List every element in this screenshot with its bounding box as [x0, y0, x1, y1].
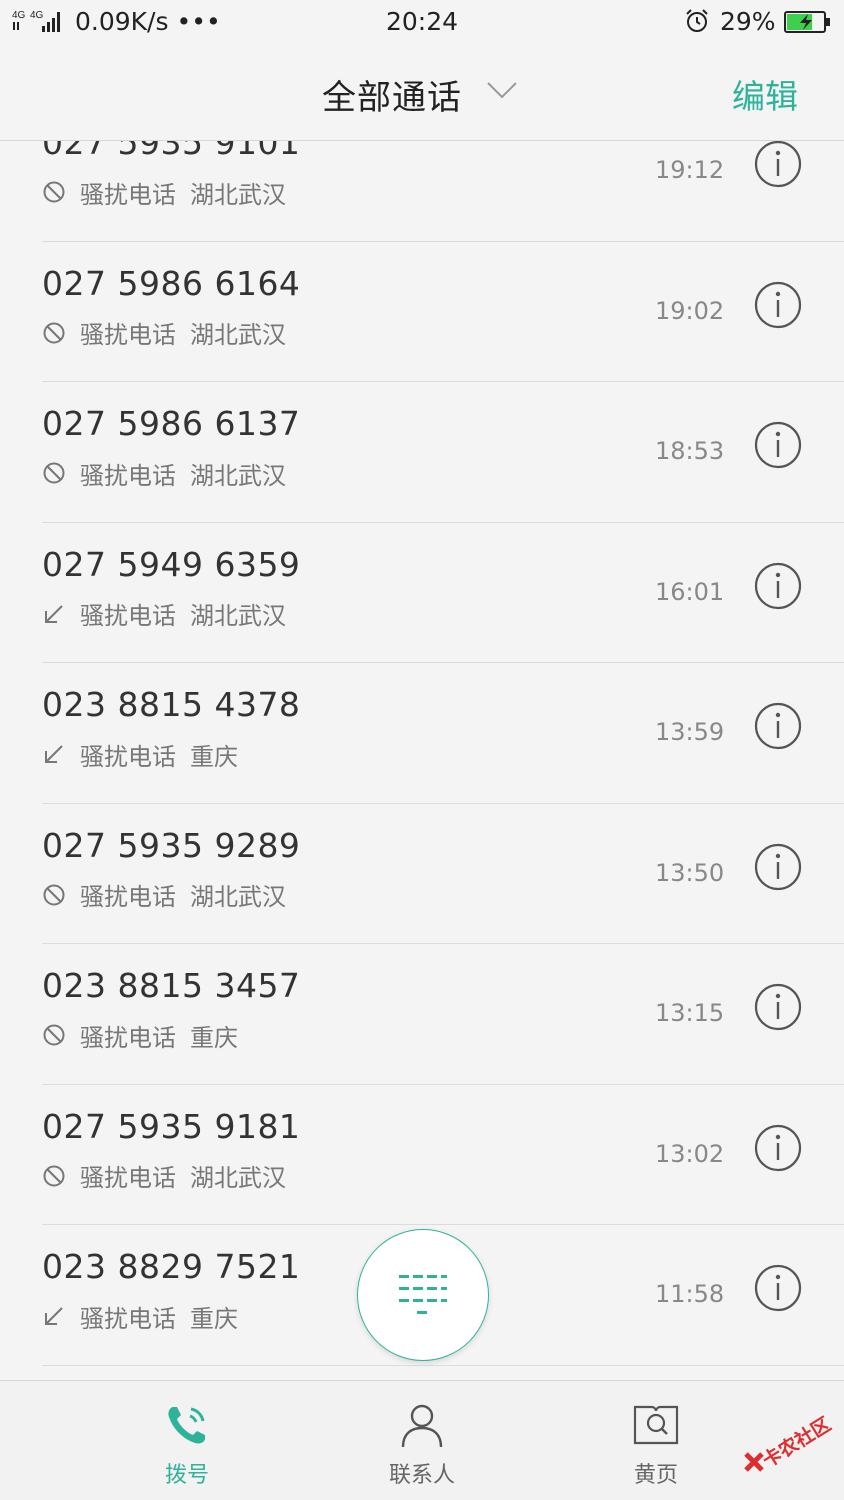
caller-location: 湖北武汉: [190, 883, 286, 911]
bottom-nav: 拨号 联系人 黄页: [0, 1380, 844, 1500]
alarm-icon: [686, 9, 708, 32]
call-details: 骚扰电话 重庆: [42, 739, 238, 771]
call-time: 19:02: [655, 296, 725, 325]
call-details: 骚扰电话 湖北武汉: [42, 458, 286, 490]
tab-yellow-pages[interactable]: 黄页: [586, 1381, 726, 1500]
spam-tag: 骚扰电话: [80, 1164, 176, 1192]
spam-tag: 骚扰电话: [80, 883, 176, 911]
dialpad-icon: [399, 1275, 447, 1314]
person-icon: [401, 1404, 443, 1448]
info-icon[interactable]: [753, 141, 803, 189]
battery-charging-icon: [784, 11, 830, 33]
phone-number: 027 5949 6359: [42, 544, 301, 584]
phone-number: 023 8815 3457: [42, 966, 301, 1005]
tab-contacts-label: 联系人: [388, 1463, 455, 1488]
info-icon[interactable]: [753, 701, 803, 751]
spam-tag: 骚扰电话: [80, 321, 176, 349]
phone-number: 027 5935 9101: [42, 141, 301, 162]
battery-percent: 29%: [720, 7, 776, 36]
tab-yellow-pages-label: 黄页: [633, 1463, 678, 1488]
call-filter-title[interactable]: 全部通话: [322, 70, 462, 119]
spam-tag: 骚扰电话: [80, 180, 176, 209]
call-log-row[interactable]: 027 5935 9289 骚扰电话 湖北武汉 13:50: [0, 804, 844, 945]
info-icon[interactable]: [753, 842, 803, 892]
spam-tag: 骚扰电话: [80, 1023, 176, 1052]
call-log-row[interactable]: 027 5949 6359 骚扰电话 湖北武汉 16:01: [0, 523, 844, 664]
status-bar: 4G 4G 0.09K/s ••• 20:24 29%: [0, 0, 844, 46]
info-icon[interactable]: [753, 982, 803, 1032]
call-details: 骚扰电话 湖北武汉: [42, 177, 286, 209]
blocked-icon: [43, 884, 65, 905]
blocked-icon: [43, 322, 65, 343]
incoming-call-icon: [45, 745, 63, 763]
phone-icon: [168, 1407, 205, 1444]
watermark-text: 卡农社区: [758, 1413, 835, 1473]
yellow-pages-icon: [633, 1405, 679, 1445]
spam-tag: 骚扰电话: [80, 1304, 176, 1333]
call-time: 13:02: [655, 1139, 725, 1168]
watermark: 卡农社区: [738, 1404, 844, 1484]
caller-location: 重庆: [190, 742, 238, 771]
call-time: 11:58: [655, 1280, 725, 1308]
edit-button[interactable]: 编辑: [732, 70, 798, 118]
call-details: 骚扰电话 湖北武汉: [42, 599, 286, 630]
info-icon[interactable]: [753, 280, 803, 330]
tab-dial-label: 拨号: [164, 1463, 209, 1488]
incoming-call-icon: [45, 1307, 63, 1325]
call-time: 13:15: [655, 999, 725, 1027]
blocked-icon: [43, 462, 65, 484]
call-log-row[interactable]: 027 5935 9101 骚扰电话 湖北武汉 19:12: [0, 141, 844, 242]
phone-number: 027 5986 6137: [42, 404, 301, 443]
blocked-icon: [43, 1024, 65, 1046]
call-log-row[interactable]: 023 8815 3457 骚扰电话 重庆 13:15: [0, 944, 844, 1085]
incoming-call-icon: [45, 604, 63, 623]
call-log-row[interactable]: 027 5986 6137 骚扰电话 湖北武汉 18:53: [0, 382, 844, 523]
call-log-row[interactable]: 023 8815 4378 骚扰电话 重庆 13:59: [0, 663, 844, 804]
call-time: 16:01: [655, 577, 725, 606]
call-time: 18:53: [655, 437, 725, 465]
call-time: 19:12: [655, 156, 725, 184]
phone-number: 027 5935 9289: [42, 825, 301, 865]
caller-location: 湖北武汉: [190, 461, 286, 490]
call-details: 骚扰电话 重庆: [42, 1301, 238, 1333]
call-details: 骚扰电话 湖北武汉: [42, 880, 286, 911]
tab-contacts[interactable]: 联系人: [352, 1381, 492, 1500]
call-log-row[interactable]: 027 5986 6164 骚扰电话 湖北武汉 19:02: [0, 242, 844, 383]
blocked-icon: [43, 181, 65, 203]
info-icon[interactable]: [753, 561, 803, 611]
phone-number: 023 8829 7521: [42, 1247, 301, 1286]
call-time: 13:59: [655, 718, 725, 746]
clock: 20:24: [385, 7, 459, 36]
phone-number: 027 5986 6164: [42, 263, 301, 303]
phone-number: 023 8815 4378: [42, 685, 301, 724]
call-details: 骚扰电话 湖北武汉: [42, 1161, 286, 1192]
dialpad-button[interactable]: [357, 1229, 489, 1361]
spam-tag: 骚扰电话: [80, 742, 176, 771]
caller-location: 重庆: [190, 1304, 238, 1333]
info-icon[interactable]: [753, 1123, 803, 1173]
call-log-list[interactable]: 027 5935 9101 骚扰电话 湖北武汉 19:12 027 5986 6…: [0, 141, 844, 1380]
caller-location: 湖北武汉: [190, 602, 286, 630]
chevron-down-icon[interactable]: [486, 80, 518, 100]
title-bar: 全部通话 编辑: [0, 46, 844, 141]
caller-location: 湖北武汉: [190, 1164, 286, 1192]
info-icon[interactable]: [753, 420, 803, 470]
info-icon[interactable]: [753, 1263, 803, 1313]
tab-dial[interactable]: 拨号: [117, 1381, 257, 1500]
spam-tag: 骚扰电话: [80, 602, 176, 630]
caller-location: 湖北武汉: [190, 180, 286, 209]
call-details: 骚扰电话 湖北武汉: [42, 318, 286, 349]
spam-tag: 骚扰电话: [80, 461, 176, 490]
call-log-row[interactable]: 027 5935 9181 骚扰电话 湖北武汉 13:02: [0, 1085, 844, 1226]
caller-location: 重庆: [190, 1023, 238, 1052]
phone-number: 027 5935 9181: [42, 1106, 301, 1146]
caller-location: 湖北武汉: [190, 321, 286, 349]
call-time: 13:50: [655, 858, 725, 887]
blocked-icon: [43, 1165, 65, 1186]
call-details: 骚扰电话 重庆: [42, 1020, 238, 1052]
